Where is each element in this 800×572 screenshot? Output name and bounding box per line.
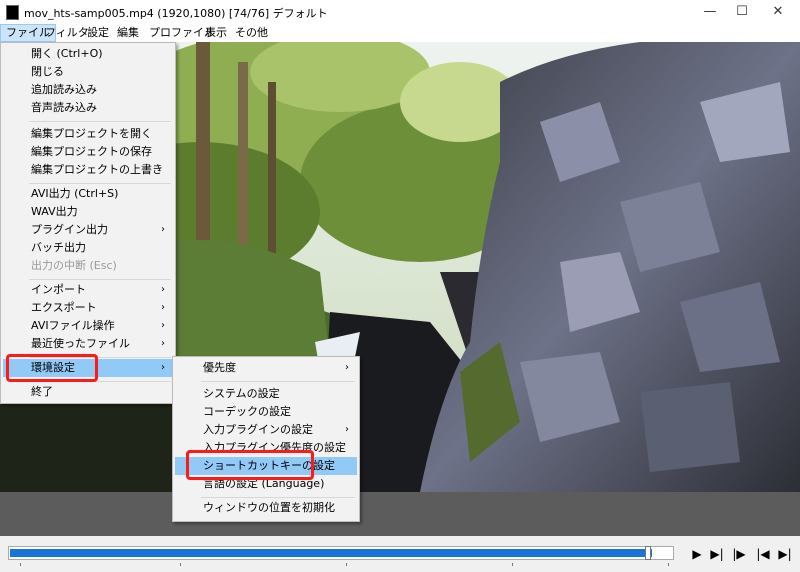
window-title: mov_hts-samp005.mp4 (1920,1080) [74/76] … bbox=[24, 7, 328, 20]
menu-item-environment-settings[interactable]: 環境設定 › bbox=[3, 359, 173, 377]
seek-tick bbox=[512, 563, 513, 566]
seek-tick bbox=[668, 563, 669, 566]
menu-edit[interactable]: 編集 bbox=[112, 24, 144, 42]
menu-separator bbox=[29, 357, 171, 358]
menu-item-avi-output[interactable]: AVI出力 (Ctrl+S) bbox=[3, 185, 173, 203]
menu-item-language-settings[interactable]: 言語の設定 (Language) bbox=[175, 475, 357, 493]
next-frame-icon[interactable]: ▶| bbox=[708, 546, 726, 562]
menu-item-system-settings[interactable]: システムの設定 bbox=[175, 385, 357, 403]
menu-item-stop-output: 出力の中断 (Esc) bbox=[31, 259, 117, 272]
menu-separator bbox=[29, 183, 171, 184]
menu-item-recent-files[interactable]: 最近使ったファイル › bbox=[3, 335, 173, 353]
maximize-button[interactable]: ☐ bbox=[724, 0, 760, 24]
app-icon bbox=[6, 5, 19, 20]
menu-item-label: インポート bbox=[31, 283, 86, 296]
menu-separator bbox=[201, 497, 355, 498]
menu-item-reset-window-position[interactable]: ウィンドウの位置を初期化 bbox=[175, 499, 357, 517]
play-icon[interactable]: ▶ bbox=[688, 546, 706, 562]
menu-item-audio[interactable]: 音声読み込み bbox=[3, 99, 173, 117]
menu-item-import[interactable]: インポート › bbox=[3, 281, 173, 299]
chevron-right-icon: › bbox=[161, 224, 165, 235]
menu-item-label: 入力プラグインの設定 bbox=[203, 423, 313, 436]
close-button[interactable]: ✕ bbox=[760, 0, 796, 24]
menu-item-save-project[interactable]: 編集プロジェクトの保存 bbox=[3, 143, 173, 161]
menu-item-shortcut-settings[interactable]: ショートカットキーの設定 bbox=[175, 457, 357, 475]
menu-separator bbox=[29, 381, 171, 382]
minimize-button[interactable]: — bbox=[692, 0, 728, 24]
menu-item-input-plugin-priority[interactable]: 入力プラグイン優先度の設定 bbox=[175, 439, 357, 457]
seek-thumb[interactable] bbox=[645, 546, 651, 560]
menu-item-label: AVIファイル操作 bbox=[31, 319, 115, 332]
go-start-icon[interactable]: |◀ bbox=[754, 546, 772, 562]
title-bar: mov_hts-samp005.mp4 (1920,1080) [74/76] … bbox=[0, 0, 800, 25]
go-end-icon[interactable]: ▶| bbox=[776, 546, 794, 562]
seek-progress bbox=[10, 549, 652, 557]
menu-other[interactable]: その他 bbox=[230, 24, 273, 42]
menu-item-batch-output[interactable]: バッチ出力 bbox=[3, 239, 173, 257]
menu-item-export[interactable]: エクスポート › bbox=[3, 299, 173, 317]
file-menu: 開く (Ctrl+O) 閉じる 追加読み込み 音声読み込み 編集プロジェクトを開… bbox=[0, 42, 176, 404]
playback-bar: ▶ ▶| |▶ |◀ ▶| bbox=[0, 536, 800, 572]
menu-item-codec-settings[interactable]: コーデックの設定 bbox=[175, 403, 357, 421]
menu-item-avi-file-ops[interactable]: AVIファイル操作 › bbox=[3, 317, 173, 335]
menu-separator bbox=[29, 279, 171, 280]
menu-view[interactable]: 表示 bbox=[200, 24, 232, 42]
chevron-right-icon: › bbox=[345, 424, 349, 435]
seek-tick bbox=[346, 563, 347, 566]
menu-item-open-project[interactable]: 編集プロジェクトを開く bbox=[3, 125, 173, 143]
chevron-right-icon: › bbox=[161, 320, 165, 331]
menu-item-wav-output[interactable]: WAV出力 bbox=[3, 203, 173, 221]
menu-separator bbox=[201, 381, 355, 382]
menu-item-plugin-output[interactable]: プラグイン出力 › bbox=[3, 221, 173, 239]
seek-bar[interactable] bbox=[8, 546, 674, 560]
menu-settings[interactable]: 設定 bbox=[82, 24, 114, 42]
menu-item-append[interactable]: 追加読み込み bbox=[3, 81, 173, 99]
chevron-right-icon: › bbox=[161, 302, 165, 313]
menu-item-label: エクスポート bbox=[31, 301, 97, 314]
menu-item-label: 最近使ったファイル bbox=[31, 337, 130, 350]
menu-item-priority[interactable]: 優先度 › bbox=[175, 359, 357, 377]
menu-item-input-plugin-settings[interactable]: 入力プラグインの設定 › bbox=[175, 421, 357, 439]
timeline-area bbox=[0, 492, 800, 536]
menu-item-label: プラグイン出力 bbox=[31, 223, 108, 236]
menu-item-label: 優先度 bbox=[203, 361, 236, 374]
chevron-right-icon: › bbox=[161, 362, 165, 373]
seek-tick bbox=[20, 563, 21, 566]
menu-item-open[interactable]: 開く (Ctrl+O) bbox=[3, 45, 173, 63]
chevron-right-icon: › bbox=[345, 362, 349, 373]
menu-bar: ファイル フィルタ 設定 編集 プロファイル 表示 その他 bbox=[0, 24, 800, 42]
seek-tick bbox=[180, 563, 181, 566]
menu-item-close[interactable]: 閉じる bbox=[3, 63, 173, 81]
menu-separator bbox=[29, 121, 171, 122]
settings-submenu: 優先度 › システムの設定 コーデックの設定 入力プラグインの設定 › 入力プラグイ… bbox=[172, 356, 360, 522]
menu-item-exit[interactable]: 終了 bbox=[3, 383, 173, 401]
prev-frame-icon[interactable]: |▶ bbox=[730, 546, 748, 562]
chevron-right-icon: › bbox=[161, 338, 165, 349]
menu-item-label: 環境設定 bbox=[31, 361, 75, 374]
menu-item-overwrite-project[interactable]: 編集プロジェクトの上書き bbox=[3, 161, 173, 179]
chevron-right-icon: › bbox=[161, 284, 165, 295]
